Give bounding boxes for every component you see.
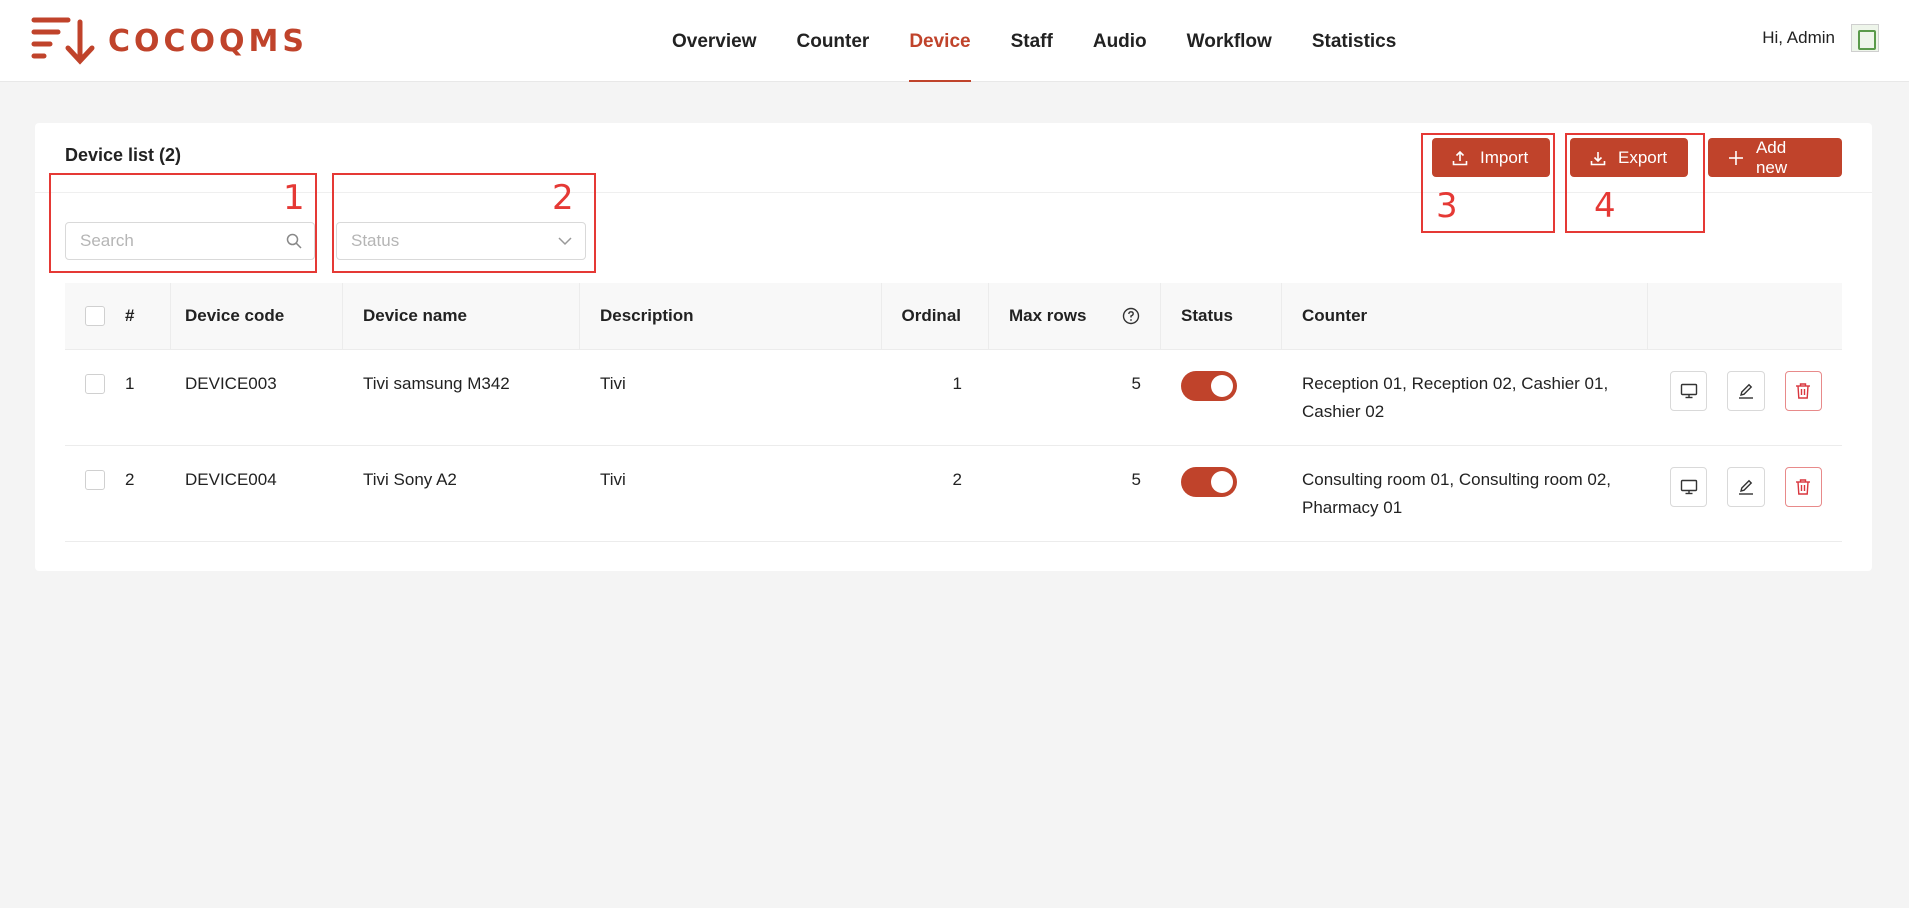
header-status: Status: [1161, 283, 1282, 349]
header-actions: [1648, 283, 1842, 349]
row-status-cell: [1161, 446, 1282, 541]
row-counter: Reception 01, Reception 02, Cashier 01, …: [1302, 374, 1609, 421]
row-actions: [1648, 350, 1842, 445]
header-device-name: Device name: [343, 283, 580, 349]
row-select-cell: [65, 446, 125, 541]
add-new-label: Add new: [1755, 137, 1788, 177]
header-ordinal: Ordinal: [882, 283, 989, 349]
add-new-button[interactable]: Add new: [1708, 138, 1842, 177]
row-device-code: DEVICE003: [185, 374, 277, 393]
header-counter: Counter: [1282, 283, 1648, 349]
avatar[interactable]: [1851, 24, 1879, 52]
annotation-box-4: [1565, 133, 1705, 233]
monitor-icon: [1680, 383, 1697, 399]
nav-counter[interactable]: Counter: [797, 0, 870, 82]
nav-statistics[interactable]: Statistics: [1312, 0, 1396, 82]
brand-logo[interactable]: COCOQMS: [30, 16, 308, 66]
status-toggle[interactable]: [1181, 371, 1237, 401]
row-max-rows: 5: [1131, 470, 1141, 489]
monitor-icon: [1680, 479, 1697, 495]
row-actions: [1648, 446, 1842, 541]
nav-overview[interactable]: Overview: [672, 0, 757, 82]
header-description: Description: [580, 283, 882, 349]
page-title: Device list (2): [65, 145, 182, 165]
annotation-number-4: 4: [1594, 186, 1616, 226]
row-max-rows: 5: [1131, 374, 1141, 393]
row-counter: Consulting room 01, Consulting room 02, …: [1302, 470, 1611, 517]
delete-button[interactable]: [1784, 467, 1822, 507]
header-device-code: Device code: [171, 283, 343, 349]
top-header: COCOQMS Overview Counter Device Staff Au…: [0, 0, 1909, 82]
row-device-name: Tivi samsung M342: [363, 374, 510, 393]
trash-icon: [1796, 383, 1811, 399]
nav-workflow[interactable]: Workflow: [1187, 0, 1272, 82]
row-select-cell: [65, 350, 125, 445]
edit-icon: [1738, 383, 1753, 399]
queue-arrow-icon: [31, 17, 95, 65]
user-menu[interactable]: Hi, Admin: [1762, 24, 1879, 52]
preview-button[interactable]: [1670, 467, 1708, 507]
row-status-cell: [1161, 350, 1282, 445]
nav-device[interactable]: Device: [909, 0, 971, 82]
row-checkbox[interactable]: [85, 374, 105, 394]
annotation-number-1: 1: [283, 178, 305, 218]
row-description: Tivi: [600, 374, 626, 393]
preview-button[interactable]: [1670, 371, 1708, 411]
edit-icon: [1738, 479, 1753, 495]
nav-audio[interactable]: Audio: [1093, 0, 1147, 82]
trash-icon: [1796, 479, 1811, 495]
status-toggle[interactable]: [1181, 467, 1237, 497]
table-row: 2 DEVICE004 Tivi Sony A2 Tivi 2 5 Consul…: [65, 446, 1842, 542]
row-device-code: DEVICE004: [185, 470, 277, 489]
header-num: #: [125, 283, 171, 349]
row-ordinal: 2: [952, 470, 962, 489]
row-description: Tivi: [600, 470, 626, 489]
row-checkbox[interactable]: [85, 470, 105, 490]
header-max-rows: Max rows: [989, 283, 1161, 349]
nav-staff[interactable]: Staff: [1011, 0, 1053, 82]
row-device-name: Tivi Sony A2: [363, 470, 457, 489]
user-greeting: Hi, Admin: [1762, 28, 1835, 47]
help-circle-icon[interactable]: [1122, 307, 1140, 325]
select-all-cell: [65, 283, 125, 349]
table-header: # Device code Device name Description Or…: [65, 283, 1842, 350]
row-ordinal: 1: [952, 374, 962, 393]
annotation-number-2: 2: [552, 178, 574, 218]
device-table: # Device code Device name Description Or…: [65, 283, 1842, 542]
row-num: 1: [125, 374, 135, 393]
header-max-rows-label: Max rows: [1009, 306, 1087, 325]
edit-button[interactable]: [1727, 371, 1765, 411]
edit-button[interactable]: [1727, 467, 1765, 507]
plus-icon: [1728, 150, 1743, 165]
table-row: 1 DEVICE003 Tivi samsung M342 Tivi 1 5 R…: [65, 350, 1842, 446]
delete-button[interactable]: [1784, 371, 1822, 411]
annotation-number-3: 3: [1436, 186, 1458, 226]
row-num: 2: [125, 470, 135, 489]
select-all-checkbox[interactable]: [85, 306, 105, 326]
annotation-box-1: [49, 173, 317, 273]
main-nav: Overview Counter Device Staff Audio Work…: [672, 0, 1436, 82]
brand-name: COCOQMS: [108, 23, 309, 59]
